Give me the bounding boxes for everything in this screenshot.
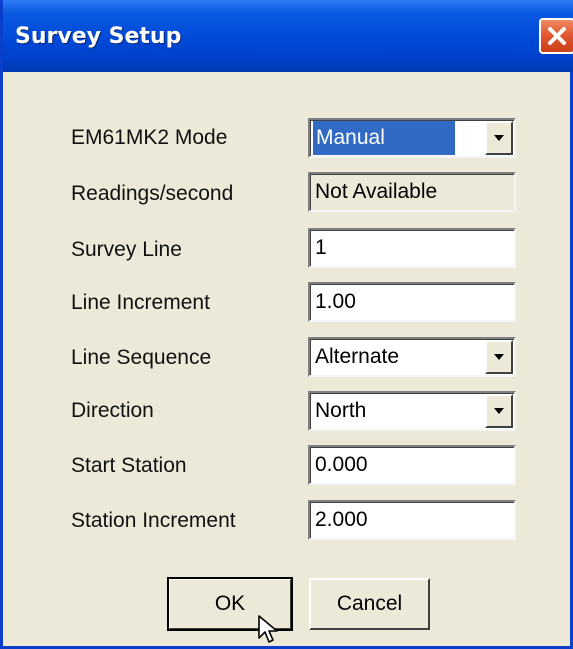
survey-line-value: 1 — [315, 236, 327, 259]
mouse-pointer-icon — [258, 615, 278, 643]
dialog-title: Survey Setup — [15, 24, 182, 49]
close-button[interactable] — [539, 18, 573, 54]
mode-select[interactable]: Manual — [308, 118, 516, 158]
ok-button-label: OK — [214, 592, 246, 615]
line-sequence-dropdown-button[interactable] — [485, 340, 513, 374]
close-icon — [548, 27, 566, 45]
line-sequence-label: Line Sequence — [71, 346, 212, 369]
line-increment-label: Line Increment — [71, 291, 210, 314]
cancel-button-label: Cancel — [336, 592, 403, 615]
start-station-label: Start Station — [71, 454, 187, 477]
survey-line-label: Survey Line — [71, 238, 182, 261]
survey-line-input[interactable]: 1 — [308, 228, 516, 268]
direction-dropdown-button[interactable] — [485, 394, 513, 428]
dropdown-arrow-icon — [494, 408, 504, 414]
line-increment-value: 1.00 — [315, 290, 356, 313]
line-sequence-value: Alternate — [315, 345, 400, 368]
readings-field: Not Available — [308, 172, 516, 212]
dropdown-arrow-icon — [494, 354, 504, 360]
station-increment-input[interactable]: 2.000 — [308, 500, 516, 540]
start-station-value: 0.000 — [315, 453, 368, 476]
mode-value: Manual — [313, 121, 455, 155]
station-increment-value: 2.000 — [315, 508, 368, 531]
survey-setup-dialog: Survey Setup EM61MK2 Mode Manual Reading… — [0, 0, 573, 649]
direction-value: North — [315, 399, 367, 422]
readings-value: Not Available — [315, 180, 438, 203]
line-sequence-select[interactable]: Alternate — [308, 337, 516, 377]
direction-select[interactable]: North — [308, 391, 516, 431]
dropdown-arrow-icon — [494, 135, 504, 141]
direction-label: Direction — [71, 399, 154, 422]
mode-dropdown-button[interactable] — [485, 121, 513, 155]
cancel-button[interactable]: Cancel — [309, 578, 430, 630]
station-increment-label: Station Increment — [71, 509, 236, 532]
line-increment-input[interactable]: 1.00 — [308, 282, 516, 322]
start-station-input[interactable]: 0.000 — [308, 445, 516, 485]
readings-label: Readings/second — [71, 182, 234, 205]
mode-label: EM61MK2 Mode — [71, 126, 228, 149]
title-bar[interactable]: Survey Setup — [3, 0, 573, 72]
